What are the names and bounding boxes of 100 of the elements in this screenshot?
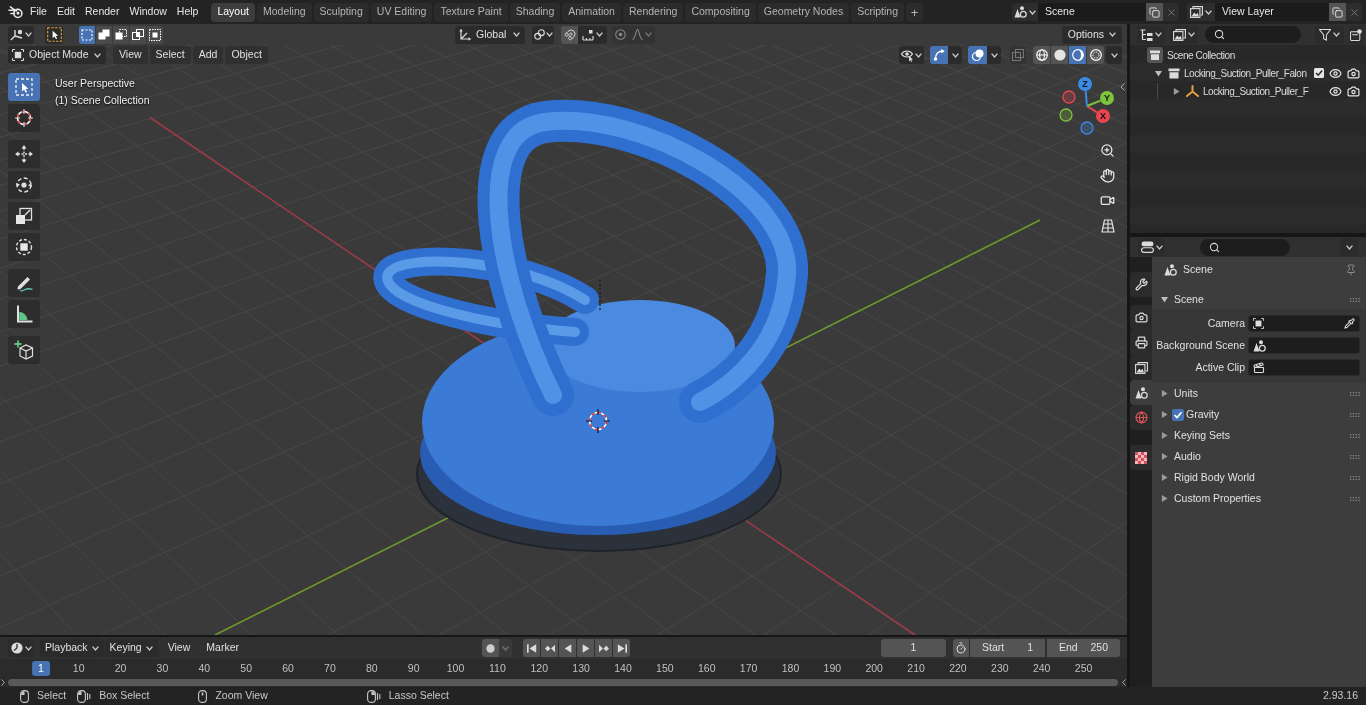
- panel-title[interactable]: Audio: [1174, 448, 1201, 465]
- add-workspace-button[interactable]: +: [906, 2, 923, 22]
- scene-browse-button[interactable]: [1012, 3, 1038, 21]
- sidebar-toggle-icon[interactable]: [1120, 83, 1125, 91]
- new-view-layer-button[interactable]: [1329, 3, 1346, 21]
- include-checkbox[interactable]: [1314, 68, 1324, 78]
- background-scene-field[interactable]: [1248, 337, 1360, 354]
- view-layer-name-field[interactable]: View Layer: [1215, 3, 1329, 21]
- outliner-search-field[interactable]: [1204, 26, 1302, 43]
- select-mode-button[interactable]: [79, 25, 95, 44]
- workspace-tab[interactable]: Modeling: [256, 2, 312, 22]
- next-keyframe-button[interactable]: [595, 639, 612, 657]
- tool-button[interactable]: [8, 140, 40, 168]
- menu-item[interactable]: Help: [171, 2, 204, 22]
- workspace-tab[interactable]: UV Editing: [370, 2, 433, 22]
- properties-tab[interactable]: [1130, 305, 1152, 330]
- active-tool-button[interactable]: [45, 25, 63, 44]
- end-frame-field[interactable]: End 250: [1047, 639, 1120, 657]
- item-name[interactable]: Locking_Suction_Puller_F: [1203, 83, 1309, 99]
- collapsed-triangle-icon[interactable]: [1161, 495, 1168, 502]
- tool-button[interactable]: [8, 300, 40, 328]
- workspace-tab[interactable]: Animation: [562, 2, 621, 22]
- shading-mode-button[interactable]: [1051, 46, 1068, 64]
- snap-toggle[interactable]: [561, 25, 578, 44]
- camera-view-button[interactable]: [1100, 193, 1115, 208]
- eye-icon[interactable]: [1329, 66, 1342, 80]
- gizmo-toggle[interactable]: [930, 46, 948, 64]
- menu-item[interactable]: Add: [192, 46, 224, 64]
- panel-title[interactable]: Units: [1174, 385, 1198, 402]
- tool-button[interactable]: [8, 202, 40, 230]
- falloff-dropdown[interactable]: [629, 25, 655, 44]
- object-mode-dropdown[interactable]: Object Mode: [8, 46, 106, 64]
- xray-toggle[interactable]: [1010, 46, 1026, 64]
- item-name[interactable]: Locking_Suction_Puller_Falon: [1184, 65, 1307, 81]
- snap-target-dropdown[interactable]: [578, 25, 607, 44]
- workspace-tab[interactable]: Geometry Nodes: [757, 2, 850, 22]
- panel-title[interactable]: Gravity: [1186, 406, 1220, 423]
- dropdown-menu[interactable]: Keying: [104, 639, 158, 657]
- select-mode-button[interactable]: [113, 25, 129, 44]
- scene-name-field[interactable]: Scene: [1038, 3, 1146, 21]
- dropdown-menu[interactable]: Playback: [40, 639, 104, 657]
- previous-keyframe-button[interactable]: [541, 639, 558, 657]
- collapsed-triangle-icon[interactable]: [1161, 453, 1168, 460]
- play-button[interactable]: [577, 639, 594, 657]
- gizmo-options-dropdown[interactable]: [948, 46, 962, 64]
- collapsed-triangle-icon[interactable]: [1161, 474, 1168, 481]
- pivot-point-dropdown[interactable]: [532, 25, 554, 44]
- camera-field[interactable]: [1248, 315, 1360, 332]
- menu-item[interactable]: Render: [80, 2, 125, 22]
- shading-mode-button[interactable]: [1069, 46, 1086, 64]
- workspace-tab[interactable]: Texture Paint: [434, 2, 508, 22]
- blender-logo-icon[interactable]: [8, 5, 23, 19]
- properties-tab[interactable]: [1130, 445, 1152, 470]
- workspace-tab[interactable]: Layout: [211, 2, 255, 22]
- menu-item[interactable]: Window: [124, 2, 172, 22]
- pin-icon[interactable]: [1345, 264, 1357, 276]
- shading-options-dropdown[interactable]: [1106, 46, 1122, 64]
- editor-type-button[interactable]: [1138, 238, 1165, 256]
- timeline-scrollbar[interactable]: [8, 679, 1118, 686]
- workspace-tab[interactable]: Scripting: [851, 2, 904, 22]
- collapsed-triangle-icon[interactable]: [1161, 432, 1168, 439]
- workspace-tab[interactable]: Shading: [509, 2, 561, 22]
- select-mode-button[interactable]: [147, 25, 163, 44]
- overlays-toggle[interactable]: [968, 46, 987, 64]
- properties-tab[interactable]: [1130, 355, 1152, 380]
- selectability-dropdown[interactable]: [899, 46, 924, 64]
- tool-button[interactable]: [8, 233, 40, 261]
- properties-search-field[interactable]: [1200, 238, 1290, 256]
- jump-to-start-button[interactable]: [523, 639, 540, 657]
- select-mode-button[interactable]: [96, 25, 112, 44]
- editor-type-button[interactable]: [8, 639, 34, 657]
- panel-title[interactable]: Rigid Body World: [1174, 469, 1255, 486]
- select-mode-button[interactable]: [130, 25, 146, 44]
- zoom-button[interactable]: [1100, 143, 1115, 158]
- panel-title[interactable]: Keying Sets: [1174, 427, 1231, 444]
- options-dropdown[interactable]: Options: [1061, 25, 1122, 44]
- editor-type-button[interactable]: [8, 25, 34, 44]
- shading-mode-button[interactable]: [1087, 46, 1104, 64]
- new-scene-button[interactable]: [1146, 3, 1163, 21]
- properties-tab[interactable]: [1130, 272, 1152, 297]
- jump-to-end-button[interactable]: [613, 639, 630, 657]
- menu-item[interactable]: Object: [225, 46, 268, 64]
- eye-icon[interactable]: [1329, 84, 1342, 98]
- region-expand-icon[interactable]: [1, 679, 5, 686]
- collapsed-triangle-icon[interactable]: [1161, 411, 1168, 418]
- workspace-tab[interactable]: Rendering: [622, 2, 684, 22]
- view-layer-browse-button[interactable]: [1187, 3, 1215, 21]
- transform-orientation-dropdown[interactable]: Global: [455, 25, 525, 44]
- properties-options-dropdown[interactable]: [1340, 238, 1358, 256]
- start-frame-field[interactable]: Start 1: [970, 639, 1045, 657]
- filter-dropdown[interactable]: [1315, 25, 1345, 44]
- auto-keying-toggle[interactable]: [482, 639, 499, 657]
- overlays-options-dropdown[interactable]: [987, 46, 1001, 64]
- current-frame-field[interactable]: 1: [881, 639, 946, 657]
- gravity-checkbox[interactable]: [1172, 408, 1184, 421]
- panel-title[interactable]: Custom Properties: [1174, 490, 1261, 507]
- current-frame-indicator[interactable]: 1: [32, 661, 50, 676]
- new-collection-button[interactable]: [1349, 25, 1363, 44]
- tool-button[interactable]: [8, 104, 40, 132]
- panel-title[interactable]: Scene: [1174, 291, 1204, 308]
